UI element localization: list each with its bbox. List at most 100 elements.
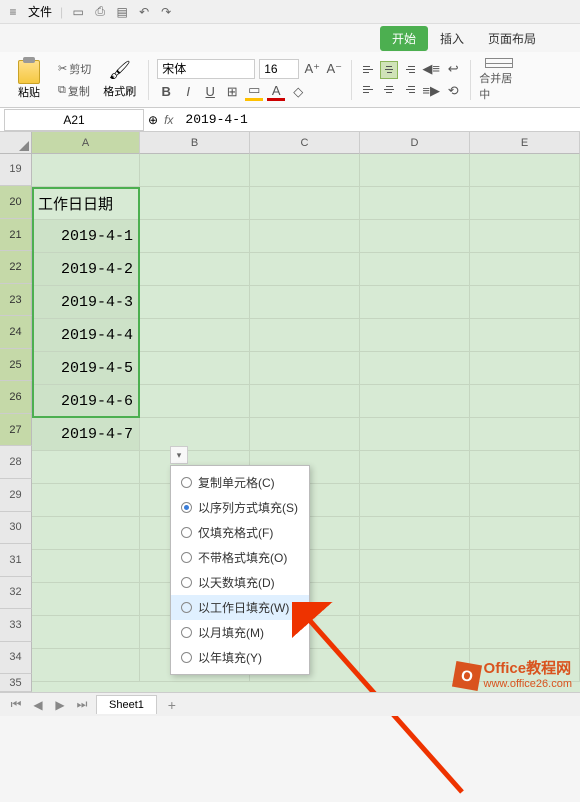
redo-icon[interactable]: ↷ bbox=[159, 5, 173, 19]
align-top-center[interactable] bbox=[380, 61, 398, 79]
format-painter-button[interactable]: 🖌 格式刷 bbox=[99, 60, 140, 99]
cell[interactable] bbox=[470, 253, 580, 286]
increase-font-icon[interactable]: A⁺ bbox=[303, 60, 321, 78]
cell[interactable] bbox=[470, 187, 580, 220]
cell[interactable] bbox=[360, 286, 470, 319]
cell[interactable] bbox=[470, 352, 580, 385]
cell[interactable]: 2019-4-7 bbox=[32, 418, 140, 451]
border-button[interactable]: ⊞ bbox=[223, 83, 241, 101]
cell[interactable]: 2019-4-4 bbox=[32, 319, 140, 352]
row-header[interactable]: 26 bbox=[0, 381, 32, 414]
preview-icon[interactable]: ▤ bbox=[115, 5, 129, 19]
cell[interactable] bbox=[470, 484, 580, 517]
menu-item-fill-series[interactable]: 以序列方式填充(S) bbox=[171, 495, 309, 520]
copy-button[interactable]: ⧉复制 bbox=[54, 81, 95, 101]
file-menu[interactable]: 文件 bbox=[28, 3, 52, 20]
cell[interactable] bbox=[470, 583, 580, 616]
align-bottom-center[interactable] bbox=[380, 81, 398, 99]
align-bottom-right[interactable] bbox=[400, 81, 418, 99]
cell[interactable] bbox=[250, 220, 360, 253]
cell[interactable] bbox=[360, 187, 470, 220]
menu-item-fill-without-format[interactable]: 不带格式填充(O) bbox=[171, 545, 309, 570]
column-header[interactable]: E bbox=[470, 132, 580, 154]
cell[interactable]: 2019-4-1 bbox=[32, 220, 140, 253]
align-bottom-left[interactable] bbox=[360, 81, 378, 99]
cell[interactable]: 2019-4-3 bbox=[32, 286, 140, 319]
row-header[interactable]: 35 bbox=[0, 674, 32, 692]
row-header[interactable]: 19 bbox=[0, 154, 32, 187]
row-header[interactable]: 21 bbox=[0, 219, 32, 252]
row-header[interactable]: 30 bbox=[0, 512, 32, 545]
row-header[interactable]: 25 bbox=[0, 349, 32, 382]
row-header[interactable]: 22 bbox=[0, 251, 32, 284]
cell[interactable] bbox=[470, 550, 580, 583]
row-header[interactable]: 29 bbox=[0, 479, 32, 512]
cell[interactable] bbox=[360, 616, 470, 649]
cell[interactable]: 2019-4-5 bbox=[32, 352, 140, 385]
cell[interactable] bbox=[140, 385, 250, 418]
font-color-button[interactable]: A bbox=[267, 83, 285, 101]
cell[interactable] bbox=[32, 451, 140, 484]
row-header[interactable]: 32 bbox=[0, 577, 32, 610]
orientation-button[interactable]: ⟲ bbox=[444, 82, 462, 100]
row-header[interactable]: 20 bbox=[0, 186, 32, 219]
cell[interactable] bbox=[360, 220, 470, 253]
add-sheet-button[interactable]: + bbox=[163, 696, 181, 714]
prev-sheet-button[interactable]: ◀ bbox=[30, 697, 46, 713]
last-sheet-button[interactable]: ⏭ bbox=[74, 697, 90, 713]
indent-decrease-button[interactable]: ◀≡ bbox=[422, 60, 440, 78]
fx-icon[interactable]: fx bbox=[164, 113, 173, 127]
bold-button[interactable]: B bbox=[157, 83, 175, 101]
save-icon[interactable]: ▭ bbox=[71, 5, 85, 19]
cell[interactable] bbox=[140, 286, 250, 319]
select-all-corner[interactable] bbox=[0, 132, 32, 154]
menu-item-fill-months[interactable]: 以月填充(M) bbox=[171, 620, 309, 645]
cell[interactable] bbox=[140, 319, 250, 352]
cell[interactable] bbox=[360, 451, 470, 484]
paste-button[interactable]: 粘贴 bbox=[12, 58, 46, 102]
decrease-font-icon[interactable]: A⁻ bbox=[325, 60, 343, 78]
cell[interactable] bbox=[360, 550, 470, 583]
cell[interactable] bbox=[250, 418, 360, 451]
cell[interactable] bbox=[360, 418, 470, 451]
cell[interactable]: 2019-4-6 bbox=[32, 385, 140, 418]
row-header[interactable]: 24 bbox=[0, 316, 32, 349]
cell[interactable] bbox=[250, 253, 360, 286]
cell[interactable] bbox=[470, 319, 580, 352]
clear-format-button[interactable]: ◇ bbox=[289, 83, 307, 101]
insert-function-icon[interactable]: ⊕ bbox=[148, 113, 158, 127]
menu-item-fill-weekdays[interactable]: 以工作日填充(W) bbox=[171, 595, 309, 620]
cell[interactable] bbox=[32, 616, 140, 649]
cell[interactable] bbox=[32, 550, 140, 583]
cell[interactable] bbox=[32, 583, 140, 616]
tab-layout[interactable]: 页面布局 bbox=[476, 26, 548, 51]
cell[interactable] bbox=[360, 517, 470, 550]
cell[interactable] bbox=[470, 418, 580, 451]
cell[interactable] bbox=[250, 319, 360, 352]
cell[interactable] bbox=[140, 187, 250, 220]
cell[interactable] bbox=[360, 154, 470, 187]
app-menu-icon[interactable]: ≡ bbox=[6, 5, 20, 19]
name-box[interactable] bbox=[4, 109, 144, 131]
column-header[interactable]: D bbox=[360, 132, 470, 154]
column-header[interactable]: B bbox=[140, 132, 250, 154]
cell[interactable]: 工作日日期 bbox=[32, 187, 140, 220]
cell[interactable] bbox=[470, 385, 580, 418]
menu-item-copy-cells[interactable]: 复制单元格(C) bbox=[171, 470, 309, 495]
cell[interactable] bbox=[140, 220, 250, 253]
menu-item-fill-years[interactable]: 以年填充(Y) bbox=[171, 645, 309, 670]
merge-cells-button[interactable]: 合并居中 bbox=[479, 58, 519, 102]
autofill-options-button[interactable]: ▾ bbox=[170, 446, 188, 464]
cell[interactable] bbox=[360, 319, 470, 352]
row-header[interactable]: 28 bbox=[0, 446, 32, 479]
cell[interactable] bbox=[250, 187, 360, 220]
wrap-text-button[interactable]: ↩ bbox=[444, 60, 462, 78]
cell[interactable] bbox=[360, 583, 470, 616]
cell[interactable] bbox=[470, 286, 580, 319]
column-header[interactable]: C bbox=[250, 132, 360, 154]
cell[interactable] bbox=[470, 616, 580, 649]
row-header[interactable]: 33 bbox=[0, 609, 32, 642]
underline-button[interactable]: U bbox=[201, 83, 219, 101]
cell[interactable] bbox=[250, 286, 360, 319]
cell[interactable] bbox=[140, 154, 250, 187]
